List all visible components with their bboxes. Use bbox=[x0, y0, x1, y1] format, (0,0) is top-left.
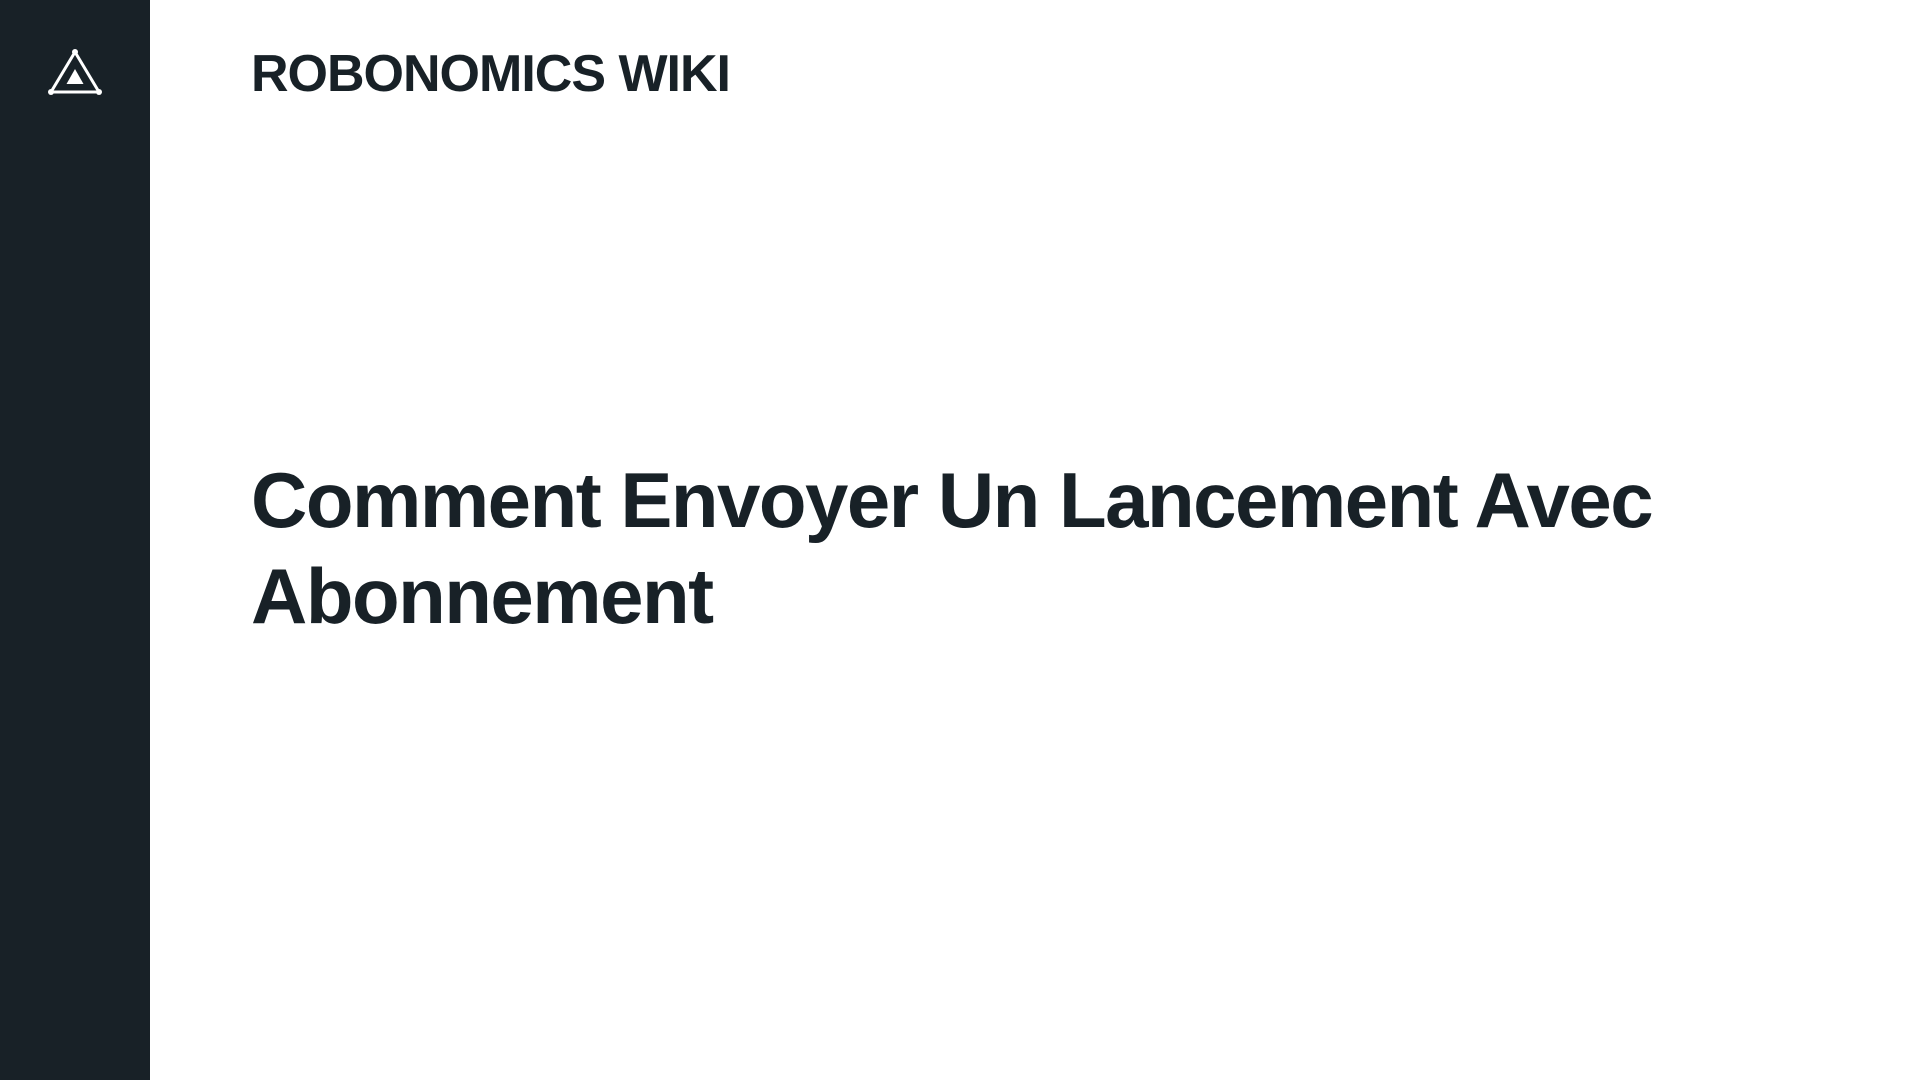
page: ROBONOMICS WIKI Comment Envoyer Un Lance… bbox=[0, 0, 1920, 1080]
sidebar bbox=[0, 0, 150, 1080]
site-title[interactable]: ROBONOMICS WIKI bbox=[251, 44, 730, 104]
triangle-logo-icon bbox=[48, 48, 102, 98]
robonomics-logo-icon[interactable] bbox=[48, 48, 102, 98]
page-heading: Comment Envoyer Un Lancement Avec Abonne… bbox=[251, 452, 1791, 644]
